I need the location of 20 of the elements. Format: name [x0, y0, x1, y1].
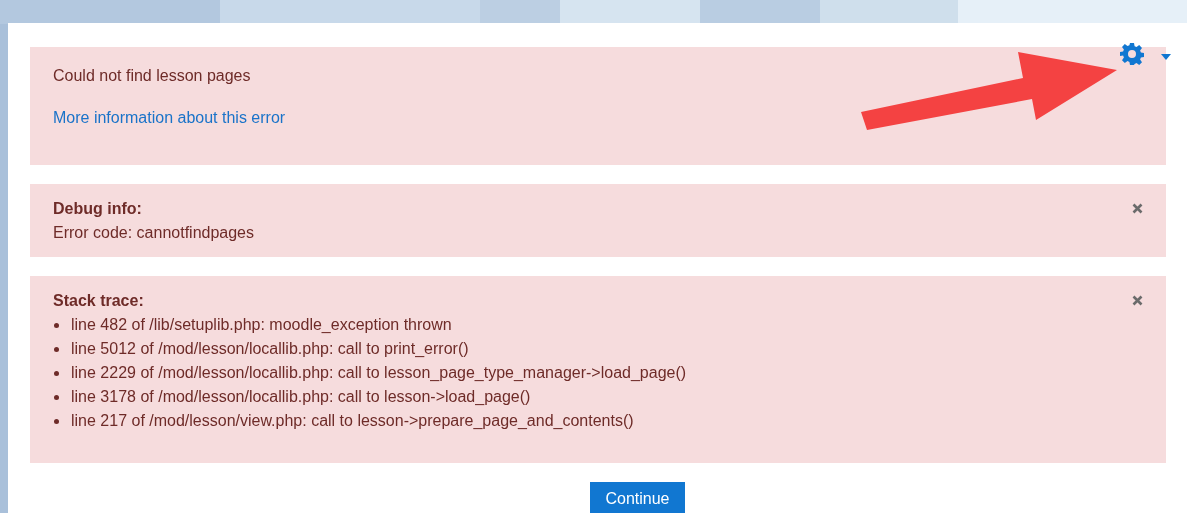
trace-line: line 2229 of /mod/lesson/locallib.php: call to lesson_page_type_manager->load_page()	[71, 363, 687, 383]
error-code: Error code: cannotfindpages	[53, 223, 254, 243]
settings-icon[interactable]	[1120, 42, 1144, 66]
section-heading: Debug info:	[53, 199, 142, 219]
trace-line: line 482 of /lib/setuplib.php: moodle_exception thrown	[71, 315, 452, 335]
close-icon[interactable]	[1132, 203, 1143, 214]
trace-line: line 217 of /mod/lesson/view.php: call to lesson->prepare_page_and_contents()	[71, 411, 634, 431]
bullet-icon	[54, 346, 59, 352]
close-icon[interactable]	[1132, 295, 1143, 306]
error-message: Could not find lesson pages	[53, 66, 251, 86]
trace-line: line 5012 of /mod/lesson/locallib.php: call to print_error()	[71, 339, 469, 359]
bullet-icon	[54, 370, 59, 376]
bullet-icon	[54, 418, 59, 424]
bullet-icon	[54, 322, 59, 328]
caret-icon[interactable]	[1161, 54, 1171, 60]
section-heading: Stack trace:	[53, 291, 144, 311]
trace-line: line 3178 of /mod/lesson/locallib.php: call to lesson->load_page()	[71, 387, 531, 407]
continue-button[interactable]: Continue	[590, 482, 685, 513]
bullet-icon	[54, 394, 59, 400]
more-info-link[interactable]: More information about this error	[53, 106, 286, 130]
